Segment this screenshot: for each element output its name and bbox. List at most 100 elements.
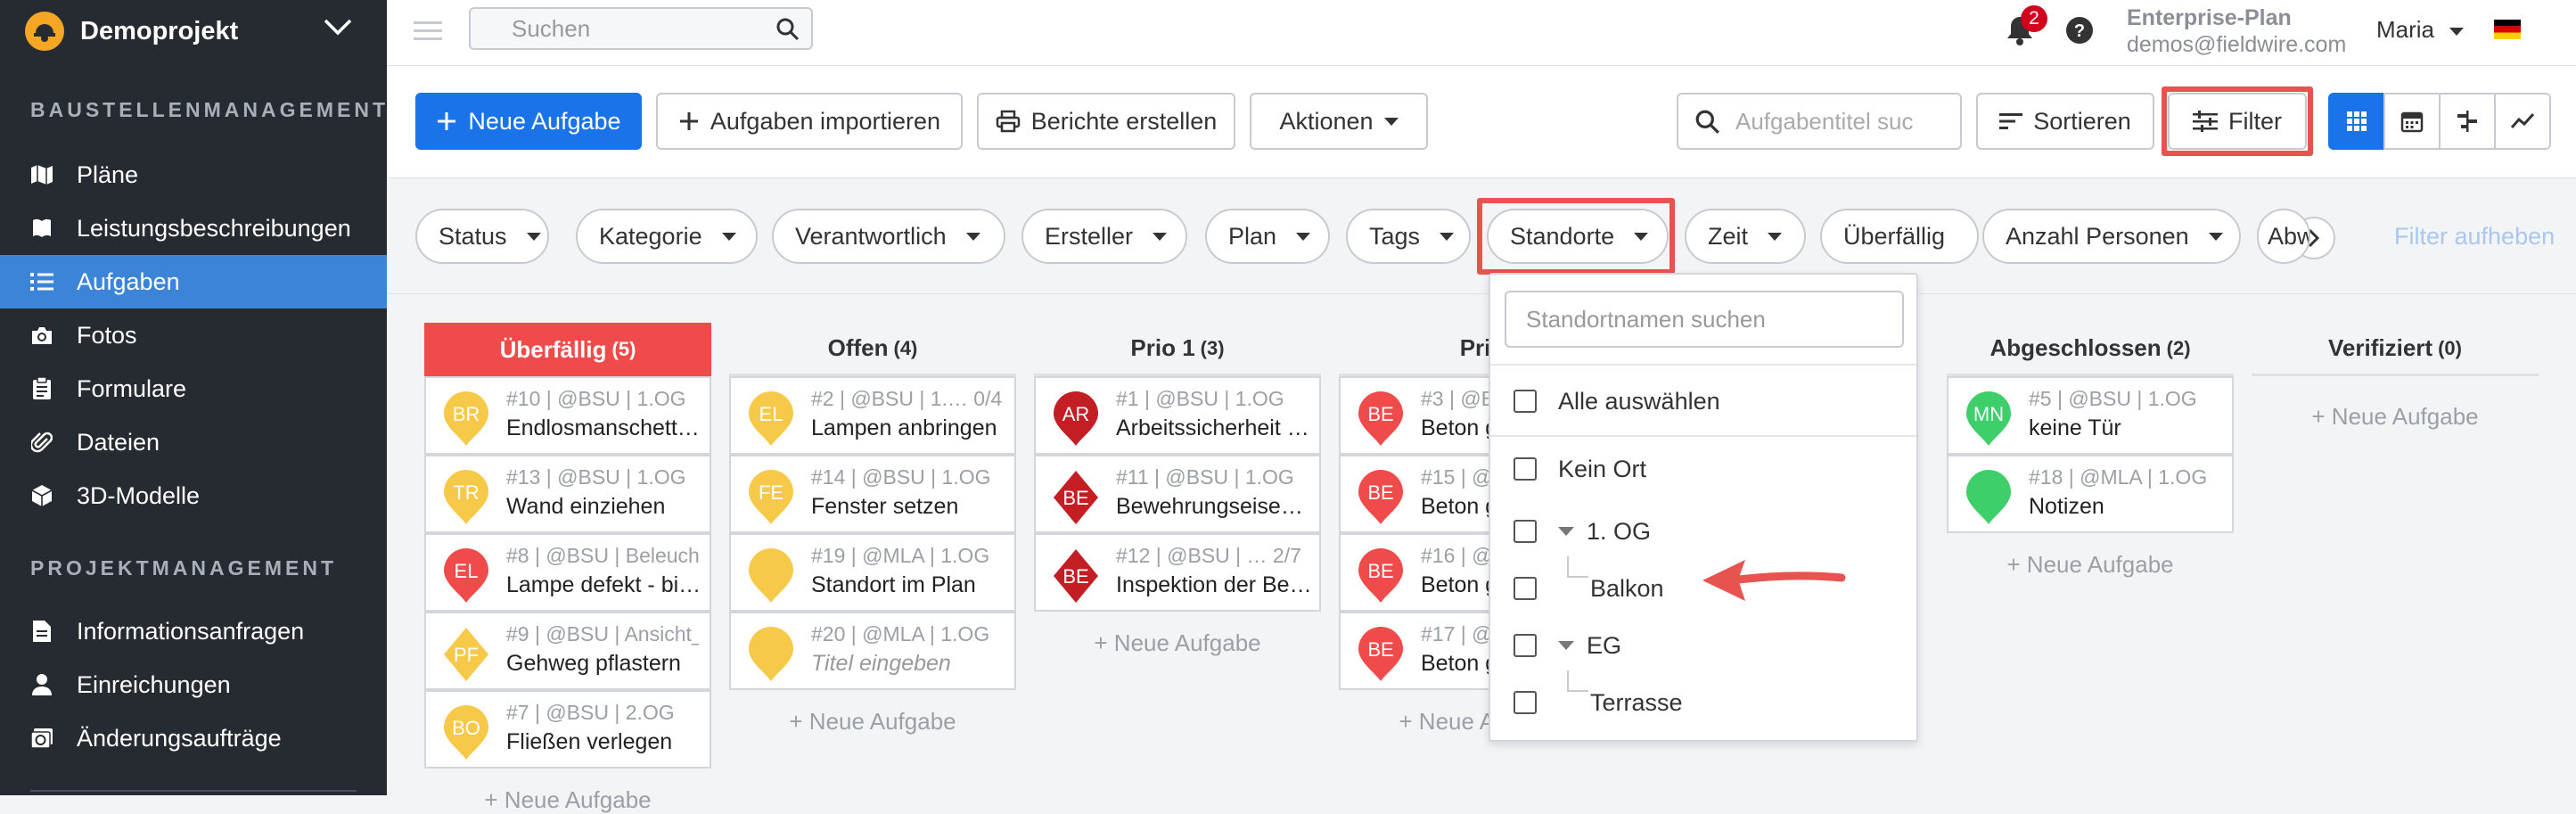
sidebar-item-label: Änderungsaufträge (77, 724, 282, 752)
add-task-link[interactable]: + Neue Aufgabe (1034, 629, 1321, 657)
filter-chip-zeit[interactable]: Zeit (1685, 209, 1806, 264)
sidebar-item-label: Informationsanfragen (77, 617, 305, 645)
filter-chip-plan[interactable]: Plan (1205, 209, 1330, 264)
sidebar-item-fotos[interactable]: Fotos (0, 308, 387, 362)
gantt-view-button[interactable] (2439, 93, 2496, 150)
top-bar: Suchen 2 ? Enterprise-Plan demos@fieldwi… (387, 0, 2576, 66)
sidebar-item-dateien[interactable]: Dateien (0, 415, 387, 469)
location-option-eg[interactable]: EG (1514, 628, 1621, 663)
task-title: Bewehrungseisen … (1116, 494, 1312, 519)
column-header-offen[interactable]: Offen (4) (729, 323, 1016, 376)
task-card[interactable]: FE #14 | @BSU | 1.OG Fenster setzen (729, 455, 1016, 533)
task-title-search-input[interactable]: Aufgabentitel suc (1677, 93, 1962, 150)
task-card[interactable]: MN #5 | @BSU | 1.OG keine Tür (1947, 376, 2234, 455)
filter-chip-überfällig[interactable]: Überfällig (1820, 209, 1979, 264)
filter-chip-abwei[interactable]: Abwei (2257, 209, 2310, 264)
add-task-link[interactable]: + Neue Aufgabe (424, 786, 711, 814)
calendar-view-button[interactable] (2383, 93, 2441, 150)
expand-caret-icon[interactable] (1558, 641, 1574, 650)
checkbox[interactable] (1514, 390, 1537, 413)
task-card[interactable]: PF #9 | @BSU | Ansicht_… Gehweg pflastern (424, 612, 711, 690)
user-menu[interactable]: Maria (2376, 16, 2465, 44)
task-card[interactable]: BE #11 | @BSU | 1.OG Bewehrungseisen … (1034, 455, 1321, 533)
help-icon[interactable]: ? (2065, 16, 2094, 45)
camera-icon (30, 324, 53, 347)
filter-chip-label: Anzahl Personen (2006, 222, 2189, 250)
add-task-link[interactable]: + Neue Aufgabe (729, 708, 1016, 736)
svg-text:PF: PF (454, 644, 479, 666)
filter-chip-standorte[interactable]: Standorte (1487, 209, 1669, 264)
plan-email: demos@fieldwire.com (2127, 32, 2347, 57)
column-header-verifiziert[interactable]: Verifiziert (0) (2252, 323, 2539, 376)
global-search-input[interactable]: Suchen (469, 7, 813, 50)
task-meta: #18 | @MLA | 1.OG (2029, 465, 2208, 489)
project-switcher[interactable]: Demoprojekt (0, 0, 387, 62)
location-option-terrasse[interactable]: Terrasse (1514, 685, 1683, 720)
caret-down-icon (526, 232, 541, 241)
checkbox[interactable] (1514, 691, 1537, 714)
task-pin-icon: EL (442, 547, 490, 604)
expand-caret-icon[interactable] (1558, 527, 1574, 536)
clear-filter-link[interactable]: Filter aufheben (2394, 223, 2555, 251)
filter-chip-verantwortlich[interactable]: Verantwortlich (772, 209, 1005, 264)
task-card[interactable]: #19 | @MLA | 1.OG Standort im Plan (729, 533, 1016, 612)
task-card[interactable]: BE #12 | @BSU | … 2/7 Inspektion der Be… (1034, 533, 1321, 612)
no-location-option[interactable]: Kein Ort (1514, 451, 1646, 487)
filter-chip-label: Ersteller (1045, 222, 1134, 250)
location-search-input[interactable]: Standortnamen suchen (1505, 291, 1904, 348)
add-task-link[interactable]: + Neue Aufgabe (2252, 403, 2539, 431)
actions-button[interactable]: Aktionen (1250, 93, 1428, 150)
filter-chip-status[interactable]: Status (415, 209, 549, 264)
filter-chip-kategorie[interactable]: Kategorie (576, 209, 758, 264)
task-pin-icon: BO (442, 704, 490, 761)
location-option-1og[interactable]: 1. OG (1514, 514, 1651, 549)
sidebar-item-formulare[interactable]: Formulare (0, 362, 387, 415)
filter-chip-tags[interactable]: Tags (1346, 209, 1471, 264)
sidebar-item-änderungsaufträge[interactable]: Änderungsaufträge (0, 711, 387, 765)
task-title: Fließen verlegen (506, 729, 673, 754)
grid-view-button[interactable] (2328, 93, 2385, 150)
add-task-link[interactable]: + Neue Aufgabe (1947, 551, 2234, 579)
task-card[interactable]: AR #1 | @BSU | 1.OG Arbeitssicherheit … (1034, 376, 1321, 455)
sidebar-item-einreichungen[interactable]: Einreichungen (0, 658, 387, 711)
task-card[interactable]: TR #13 | @BSU | 1.OG Wand einziehen (424, 455, 711, 533)
checkbox[interactable] (1514, 577, 1537, 600)
caret-down-icon (2449, 27, 2465, 36)
german-flag-icon[interactable] (2494, 20, 2521, 39)
task-card[interactable]: #18 | @MLA | 1.OG Notizen (1947, 455, 2234, 533)
task-meta: #9 | @BSU | Ansicht_… (506, 622, 699, 645)
create-reports-button[interactable]: Berichte erstellen (977, 93, 1235, 150)
svg-text:FE: FE (759, 481, 783, 504)
chevron-down-icon[interactable] (323, 18, 353, 36)
select-all-option[interactable]: Alle auswählen (1514, 383, 1720, 419)
import-tasks-button[interactable]: Aufgaben importieren (656, 93, 963, 150)
location-option-balkon[interactable]: Balkon (1514, 571, 1664, 606)
task-card[interactable]: BR #10 | @BSU | 1.OG Endlosmanschette… (424, 376, 711, 455)
task-card[interactable]: BO #7 | @BSU | 2.OG Fließen verlegen (424, 690, 711, 769)
filter-chip-anzahl-personen[interactable]: Anzahl Personen (1982, 209, 2241, 264)
column-header-prio-1[interactable]: Prio 1 (3) (1034, 323, 1321, 376)
plus-icon (679, 112, 698, 130)
task-pin-icon: BE (1357, 547, 1405, 604)
task-title: Gehweg pflastern (506, 651, 681, 676)
sidebar-item-informationsanfragen[interactable]: Informationsanfragen (0, 604, 387, 658)
location-label: 1. OG (1587, 517, 1652, 545)
sidebar-item-aufgaben[interactable]: Aufgaben (0, 255, 387, 308)
task-card[interactable]: #20 | @MLA | 1.OG Titel eingeben (729, 612, 1016, 690)
task-card[interactable]: EL #8 | @BSU | Beleuch… Lampe defekt - bit… (424, 533, 711, 612)
sort-lines-icon (1999, 113, 2023, 129)
sidebar-item-pläne[interactable]: Pläne (0, 148, 387, 201)
sort-button[interactable]: Sortieren (1976, 93, 2154, 150)
column-header-abgeschlossen[interactable]: Abgeschlossen (2) (1947, 323, 2234, 376)
analytics-view-button[interactable] (2494, 93, 2551, 150)
sidebar-item-leistungsbeschreibungen[interactable]: Leistungsbeschreibungen (0, 201, 387, 255)
sidebar-item-3d-modelle[interactable]: 3D-Modelle (0, 469, 387, 522)
checkbox[interactable] (1514, 634, 1537, 657)
filter-chip-ersteller[interactable]: Ersteller (1021, 209, 1187, 264)
checkbox[interactable] (1514, 457, 1537, 481)
new-task-button[interactable]: Neue Aufgabe (415, 93, 642, 150)
task-card[interactable]: EL #2 | @BSU | 1.… 0/4 Lampen anbringen (729, 376, 1016, 455)
column-header-überfällig[interactable]: Überfällig (5) (424, 323, 711, 376)
checkbox[interactable] (1514, 520, 1537, 543)
menu-icon[interactable] (414, 20, 442, 43)
